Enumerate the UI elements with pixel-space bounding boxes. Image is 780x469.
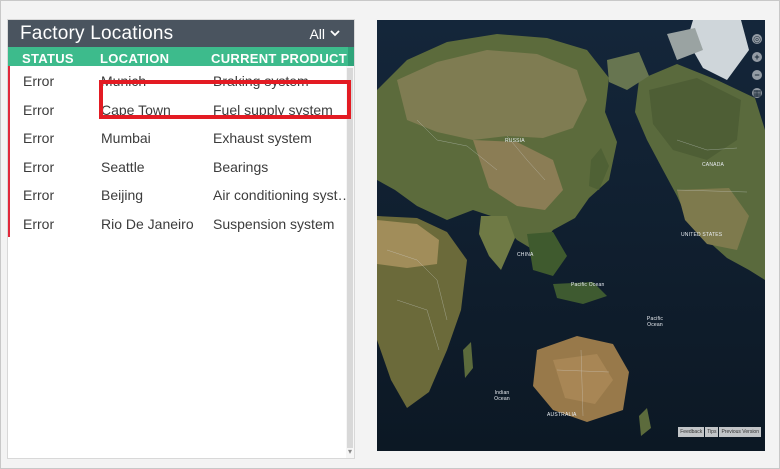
feedback-link[interactable]: Feedback [678, 427, 705, 437]
product-cell: Bearings [213, 158, 269, 175]
previous-version-link[interactable]: Previous Version [719, 427, 761, 437]
location-cell: Mumbai [101, 130, 151, 146]
factory-list: Error Munich Braking system Error Cape T… [8, 66, 353, 237]
filter-label: All [309, 25, 325, 42]
product-cell: Exhaust system [213, 130, 312, 146]
world-map[interactable]: RUSSIA CHINA CANADA UNITED STATES AUSTRA… [377, 20, 765, 451]
map-label-pacific-ocean: Pacific Ocean [571, 282, 605, 288]
table-row[interactable]: Error Mumbai Exhaust system [8, 123, 346, 152]
status-cell: Error [23, 215, 55, 232]
map-footer: Feedback Tips Previous Version [678, 427, 761, 437]
map-label-united-states: UNITED STATES [681, 232, 723, 238]
map-label-china: CHINA [517, 252, 534, 258]
map-label-australia: AUSTRALIA [547, 412, 577, 418]
location-cell: Seattle [101, 158, 145, 175]
map-label-indian-ocean: Indian Ocean [494, 390, 510, 402]
panel-title: Factory Locations [20, 22, 174, 44]
table-row[interactable]: Error Seattle Bearings [8, 151, 346, 180]
scrollbar-thumb[interactable] [347, 68, 353, 448]
table-row[interactable]: Error Beijing Air conditioning system [8, 180, 353, 209]
product-cell: Braking system [213, 73, 309, 89]
status-cell: Error [23, 158, 55, 175]
zoom-out-icon[interactable]: − [752, 70, 762, 80]
map-label-canada: CANADA [702, 162, 725, 168]
column-header-row: STATUS LOCATION CURRENT PRODUCT [8, 47, 354, 66]
column-header-location[interactable]: LOCATION [100, 51, 169, 66]
table-row[interactable]: Error Rio De Janeiro Suspension system [8, 208, 346, 237]
product-cell: Fuel supply system [213, 101, 333, 118]
status-cell: Error [23, 73, 55, 89]
location-cell: Cape Town [101, 101, 171, 118]
location-cell: Beijing [101, 187, 144, 203]
status-cell: Error [23, 130, 55, 146]
map-style-icon[interactable]: ▦ [752, 88, 762, 98]
scroll-down-arrow-icon[interactable]: ▾ [346, 448, 354, 456]
location-cell: Munich [101, 73, 147, 89]
column-header-status[interactable]: STATUS [22, 51, 74, 66]
factory-locations-panel: Factory Locations All STATUS LOCATION CU… [7, 19, 355, 459]
table-row[interactable]: Error Cape Town Fuel supply system [8, 94, 346, 123]
tips-link[interactable]: Tips [705, 427, 719, 437]
map-label-russia: RUSSIA [505, 138, 525, 144]
location-cell: Rio De Janeiro [101, 215, 194, 232]
column-header-edge [348, 47, 354, 66]
status-filter-dropdown[interactable]: All [309, 26, 340, 42]
table-row[interactable]: Error Munich Braking system [8, 66, 346, 95]
panel-header: Factory Locations All [8, 20, 354, 47]
map-label-pacific-ocean: Pacific Ocean [646, 316, 664, 328]
product-cell: Air conditioning system [213, 187, 353, 203]
locate-me-icon[interactable]: ◎ [752, 34, 762, 44]
status-cell: Error [23, 187, 55, 203]
list-scrollbar[interactable]: ▾ [346, 66, 354, 458]
product-cell: Suspension system [213, 215, 335, 232]
map-controls: ◎ + − ▦ [752, 34, 762, 98]
chevron-down-icon [330, 30, 340, 37]
zoom-in-icon[interactable]: + [752, 52, 762, 62]
column-header-current-product[interactable]: CURRENT PRODUCT [211, 51, 347, 66]
status-cell: Error [23, 101, 55, 118]
